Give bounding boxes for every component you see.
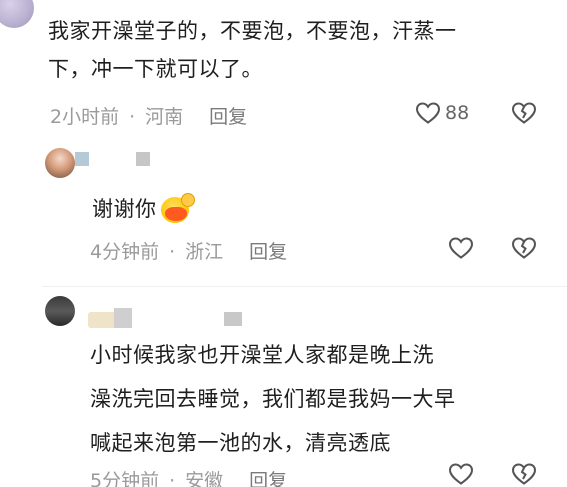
separator-dot: · — [169, 241, 176, 263]
broken-heart-icon — [511, 237, 537, 259]
like-count: 88 — [445, 102, 470, 124]
avatar[interactable] — [45, 296, 75, 326]
comment-text-line: 我家开澡堂子的，不要泡，不要泡，汗蒸一 — [48, 19, 457, 43]
reply-text: 小时候我家也开澡堂人家都是晚上洗 澡洗完回去睡觉，我们都是我妈一大早 喊起来泡第… — [90, 333, 550, 465]
username-blurred — [75, 152, 89, 166]
dislike-button[interactable] — [511, 101, 537, 125]
comment-text: 我家开澡堂子的，不要泡，不要泡，汗蒸一 下，冲一下就可以了。 — [48, 12, 538, 88]
heart-outline-icon — [415, 102, 441, 124]
username-blurred — [114, 308, 132, 328]
divider — [42, 286, 567, 287]
separator-dot: · — [129, 106, 136, 128]
reply-meta: 4分钟前 · 浙江 回复 — [90, 237, 287, 264]
like-button[interactable] — [448, 462, 474, 486]
dislike-button[interactable] — [511, 236, 537, 260]
reply-button[interactable]: 回复 — [249, 237, 287, 264]
reply-text-line: 喊起来泡第一池的水，清亮透底 — [90, 431, 391, 455]
reply-button[interactable]: 回复 — [209, 102, 247, 129]
laughing-face-emoji — [159, 193, 195, 225]
comment-time: 2小时前 — [50, 106, 120, 128]
reply-location: 浙江 — [185, 241, 224, 263]
reply-location: 安徽 — [185, 470, 224, 487]
separator-dot: · — [169, 470, 176, 487]
avatar[interactable] — [45, 148, 75, 178]
broken-heart-icon — [511, 102, 537, 124]
reply-time: 4分钟前 — [90, 241, 160, 263]
broken-heart-icon — [511, 463, 537, 485]
reply-text-line: 澡洗完回去睡觉，我们都是我妈一大早 — [90, 387, 456, 411]
heart-outline-icon — [448, 237, 474, 259]
reply-text-line: 小时候我家也开澡堂人家都是晚上洗 — [90, 343, 434, 367]
username-blurred — [224, 312, 242, 326]
comment-text-line: 下，冲一下就可以了。 — [48, 57, 263, 81]
reply-text: 谢谢你 — [92, 190, 195, 228]
like-button[interactable] — [448, 236, 474, 260]
reply-meta: 5分钟前 · 安徽 回复 — [90, 466, 287, 487]
reply-button[interactable]: 回复 — [249, 466, 287, 487]
like-button[interactable]: 88 — [415, 101, 469, 125]
avatar[interactable] — [0, 0, 34, 28]
comment-meta: 2小时前 · 河南 回复 — [50, 102, 247, 129]
reply-text-content: 谢谢你 — [92, 197, 157, 221]
comment-thread: 我家开澡堂子的，不要泡，不要泡，汗蒸一 下，冲一下就可以了。 2小时前 · 河南 回复… — [0, 0, 567, 487]
username-blurred — [136, 152, 150, 166]
heart-outline-icon — [448, 463, 474, 485]
dislike-button[interactable] — [511, 462, 537, 486]
comment-location: 河南 — [145, 106, 184, 128]
reply-time: 5分钟前 — [90, 470, 160, 487]
